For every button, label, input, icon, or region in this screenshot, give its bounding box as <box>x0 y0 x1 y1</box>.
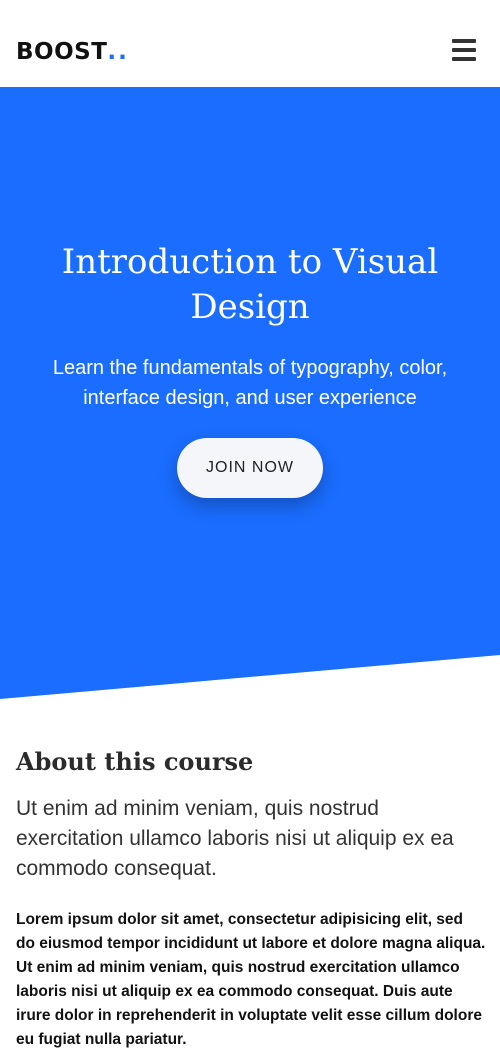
brand-logo-text: BOOST <box>16 39 108 65</box>
about-body-paragraph: Lorem ipsum dolor sit amet, consectetur … <box>16 911 486 1048</box>
hero-subtitle: Learn the fundamentals of typography, co… <box>52 357 448 409</box>
about-section: About this course Ut enim ad minim venia… <box>16 740 486 1052</box>
site-header: BOOST.. <box>0 0 500 87</box>
about-heading: About this course <box>16 747 254 776</box>
brand-logo-dots: .. <box>107 39 129 65</box>
hamburger-menu-icon[interactable] <box>452 39 476 61</box>
hero-section: Introduction to Visual Design Learn the … <box>0 87 500 699</box>
brand-logo[interactable]: BOOST.. <box>16 37 129 67</box>
hero-title: Introduction to Visual Design <box>61 242 439 327</box>
about-lead-paragraph: Ut enim ad minim veniam, quis nostrud ex… <box>16 797 454 880</box>
join-now-button[interactable]: JOIN NOW <box>177 438 323 498</box>
